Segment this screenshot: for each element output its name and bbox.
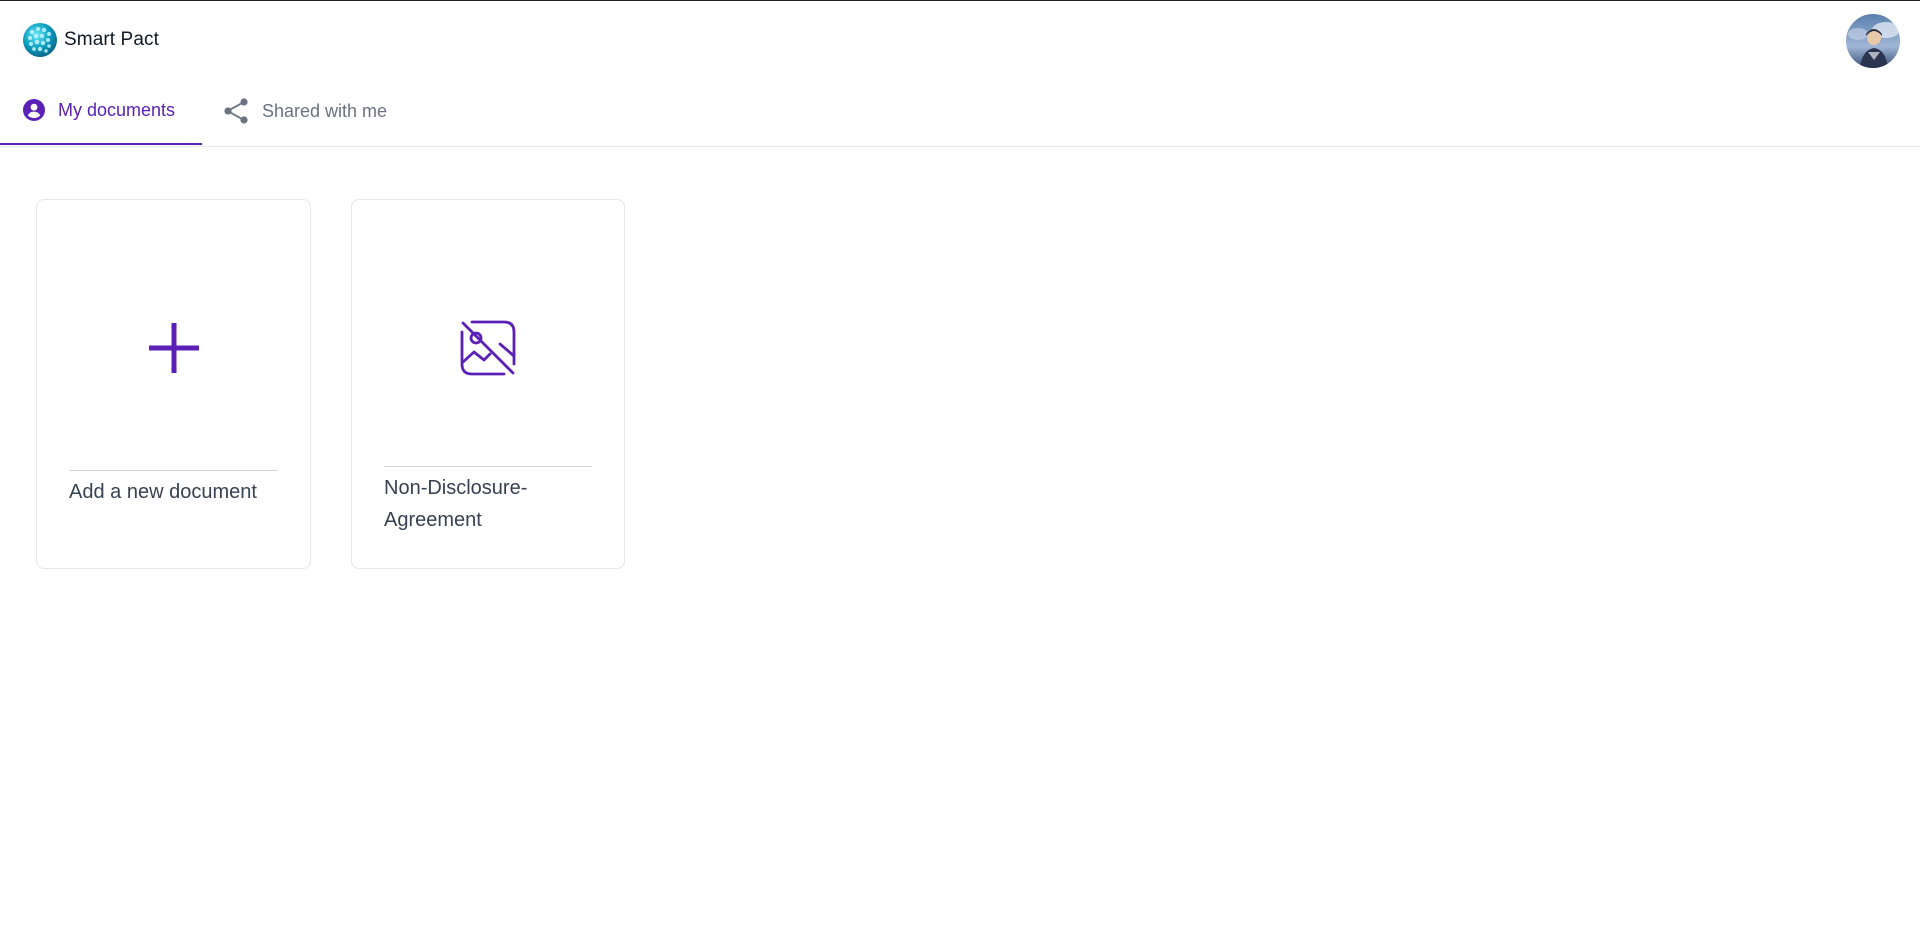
tab-shared-with-me[interactable]: Shared with me bbox=[222, 77, 387, 145]
card-divider bbox=[69, 470, 278, 471]
tab-label: My documents bbox=[58, 99, 176, 120]
app-header: Smart Pact bbox=[0, 1, 1920, 77]
document-card[interactable]: Non-Disclosure-Agreement bbox=[351, 199, 625, 569]
tab-label: Shared with me bbox=[262, 100, 388, 121]
brand[interactable]: Smart Pact bbox=[22, 22, 159, 58]
user-avatar[interactable] bbox=[1846, 14, 1900, 68]
card-divider bbox=[384, 466, 592, 467]
user-avatar-icon bbox=[1846, 14, 1900, 68]
tab-my-documents[interactable]: My documents bbox=[0, 77, 202, 145]
share-icon bbox=[224, 98, 248, 124]
globe-logo-icon bbox=[23, 23, 57, 57]
user-circle-icon bbox=[23, 99, 45, 121]
app-name: Smart Pact bbox=[64, 29, 159, 50]
document-tabs: My documents Shared with me bbox=[0, 77, 1920, 147]
document-title: Non-Disclosure-Agreement bbox=[384, 477, 528, 531]
image-off-icon bbox=[460, 320, 516, 376]
add-document-card[interactable]: Add a new document bbox=[36, 199, 311, 569]
add-document-label: Add a new document bbox=[69, 481, 257, 503]
plus-icon bbox=[148, 323, 199, 373]
